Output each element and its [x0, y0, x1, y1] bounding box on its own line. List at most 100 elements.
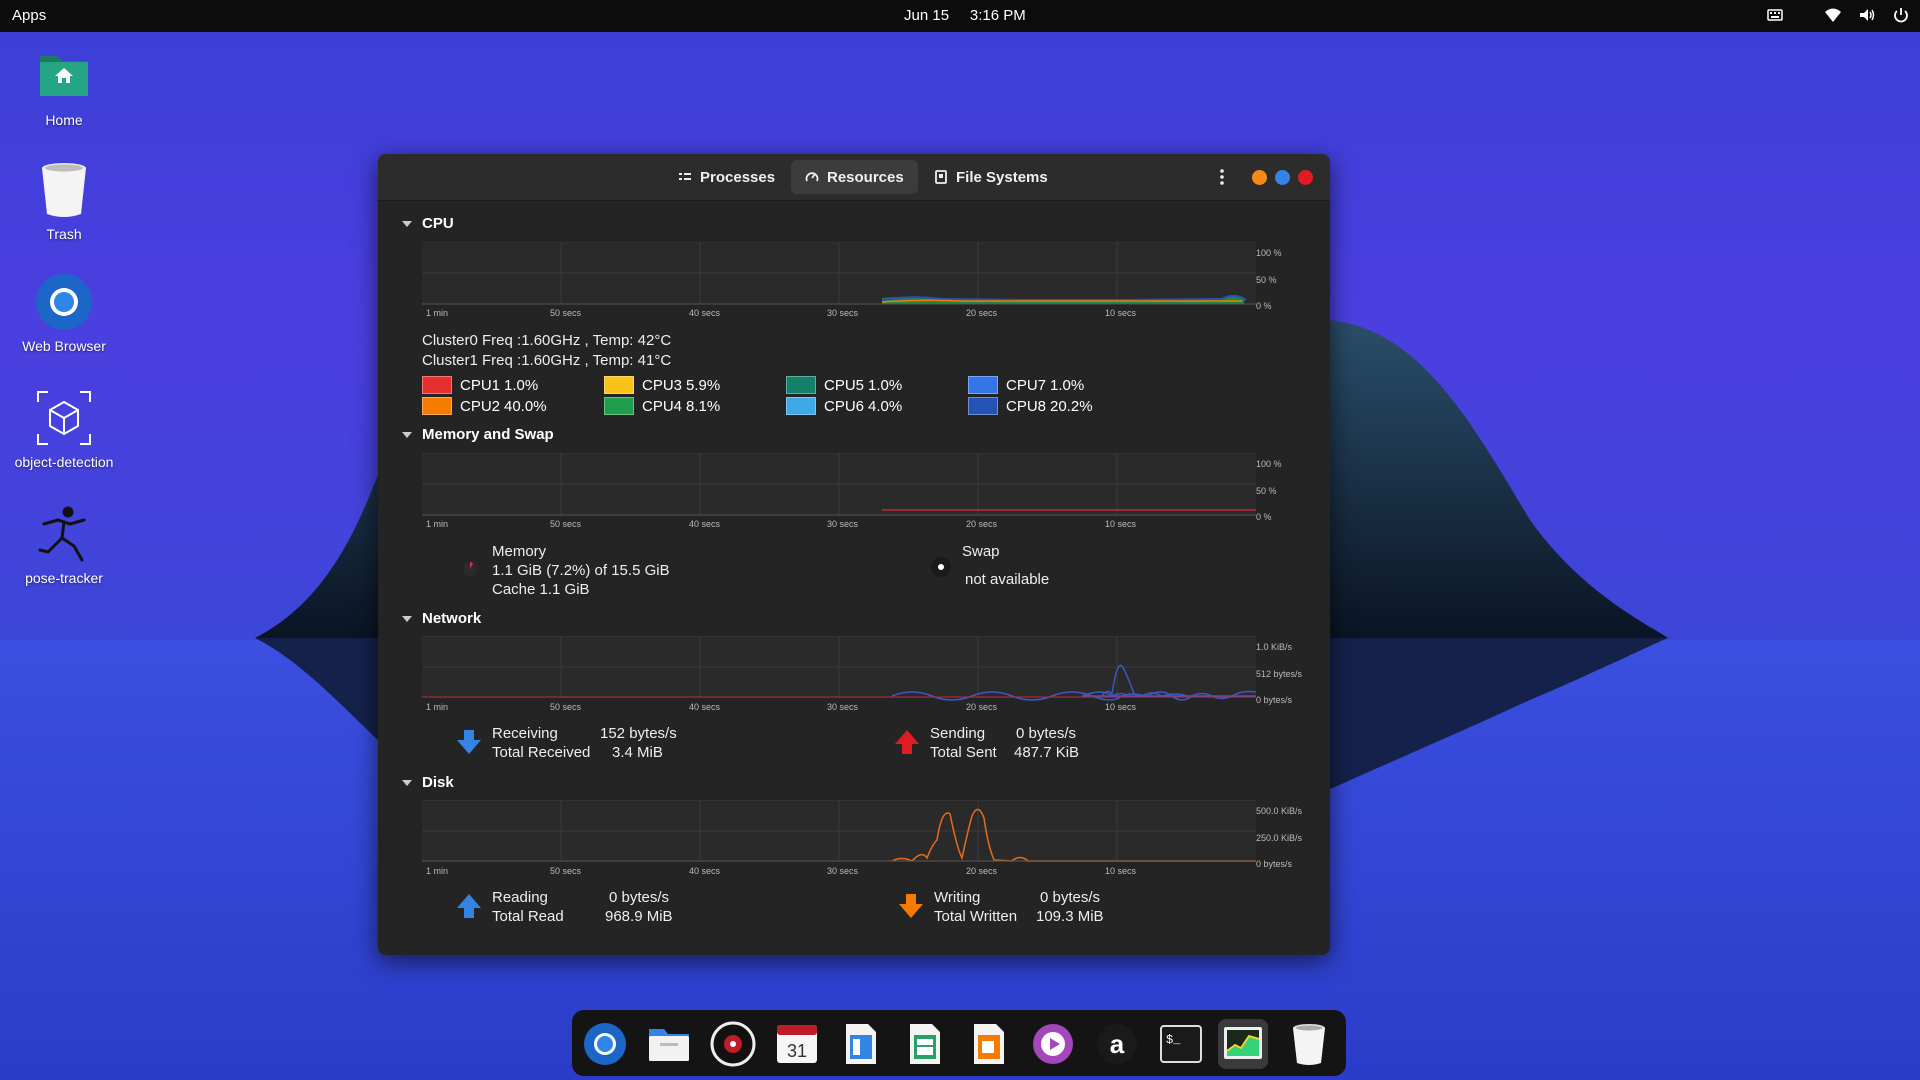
disk-collapse-caret[interactable]	[402, 780, 412, 786]
cpu-legend-item-cpu5[interactable]: CPU5 1.0%	[786, 376, 902, 394]
cpu-legend-item-cpu6[interactable]: CPU6 4.0%	[786, 397, 902, 415]
cpu-legend-item-cpu4[interactable]: CPU4 8.1%	[604, 397, 720, 415]
swap-label: Swap	[962, 543, 1000, 560]
cpu-legend-item-cpu7[interactable]: CPU7 1.0%	[968, 376, 1084, 394]
cpu-name: CPU1	[460, 376, 501, 394]
desktop-icon-web-browser[interactable]: Web Browser	[0, 272, 128, 354]
system-monitor-icon	[1224, 1027, 1262, 1059]
cpu-name: CPU8	[1006, 397, 1047, 415]
memory-pie-icon	[462, 558, 478, 583]
trash-icon	[1293, 1024, 1325, 1065]
cpu-color-swatch[interactable]	[422, 397, 452, 415]
time-tick: 20 secs	[966, 308, 998, 318]
cpu-legend-item-cpu8[interactable]: CPU8 20.2%	[968, 397, 1093, 415]
cpu-usage-value: 8.1%	[686, 397, 721, 415]
time-tick: 20 secs	[966, 519, 998, 529]
terminal-icon: $_	[1160, 1025, 1202, 1063]
reading-label: Reading	[492, 889, 548, 906]
network-section-title[interactable]: Network	[422, 610, 481, 627]
minimize-button[interactable]	[1252, 170, 1267, 185]
cpu-usage-value: 5.9%	[686, 376, 721, 394]
dock-store[interactable]: a	[1092, 1019, 1142, 1069]
store-icon: a	[1097, 1024, 1137, 1064]
writing-value: 0 bytes/s	[1040, 889, 1101, 906]
desktop-icon-object-detection[interactable]: object-detection	[0, 388, 128, 470]
swap-pie-icon	[930, 556, 952, 581]
time-tick: 10 secs	[1105, 702, 1137, 712]
cpu-name: CPU7	[1006, 376, 1047, 394]
time-tick: 50 secs	[550, 866, 582, 876]
dock-music-player[interactable]	[708, 1019, 758, 1069]
cpu-color-swatch[interactable]	[786, 397, 816, 415]
browser-icon	[584, 1023, 626, 1065]
video-player-icon	[1033, 1024, 1073, 1064]
dock-browser[interactable]	[580, 1019, 630, 1069]
music-player-icon	[710, 1021, 756, 1067]
desktop-icon-home[interactable]: Home	[0, 46, 128, 128]
total-received-value: 3.4 MiB	[612, 744, 663, 761]
cluster1-info: Cluster1 Freq :1.60GHz , Temp: 41°C	[422, 352, 672, 369]
download-arrow-icon	[456, 728, 482, 759]
disk-graph: 1 min 50 secs 40 secs 30 secs 20 secs 10…	[422, 800, 1256, 880]
dock-video-player[interactable]	[1028, 1019, 1078, 1069]
cpu-color-swatch[interactable]	[968, 397, 998, 415]
desktop-icon-trash[interactable]: Trash	[0, 160, 128, 242]
apps-menu[interactable]: Apps	[12, 7, 46, 24]
close-button[interactable]	[1298, 170, 1313, 185]
time-tick: 30 secs	[827, 308, 859, 318]
cpu-name: CPU3	[642, 376, 683, 394]
time-tick: 30 secs	[827, 866, 859, 876]
main-menu-button[interactable]	[1210, 164, 1234, 190]
cpu-color-swatch[interactable]	[604, 397, 634, 415]
clock[interactable]: Jun 15 3:16 PM	[904, 7, 1026, 24]
dock-spreadsheet[interactable]	[900, 1019, 950, 1069]
dock-trash[interactable]	[1284, 1019, 1334, 1069]
dock-document[interactable]	[836, 1019, 886, 1069]
disk-section-title[interactable]: Disk	[422, 774, 454, 791]
memory-section-title[interactable]: Memory and Swap	[422, 426, 554, 443]
sending-value: 0 bytes/s	[1016, 725, 1077, 742]
dock-presentation[interactable]	[964, 1019, 1014, 1069]
total-read-value: 968.9 MiB	[605, 908, 673, 925]
cpu-usage-value: 1.0%	[504, 376, 539, 394]
time-tick: 40 secs	[689, 866, 721, 876]
time-tick: 30 secs	[827, 702, 859, 712]
dock-terminal[interactable]: $_	[1156, 1019, 1206, 1069]
dock-files[interactable]	[644, 1019, 694, 1069]
cpu-legend-item-cpu3[interactable]: CPU3 5.9%	[604, 376, 720, 394]
keyboard-icon[interactable]	[1766, 6, 1784, 24]
cpu-name: CPU2	[460, 397, 501, 415]
wifi-icon[interactable]	[1824, 6, 1842, 24]
cpu-usage-value: 1.0%	[868, 376, 903, 394]
desktop-icon-pose-tracker[interactable]: pose-tracker	[0, 504, 128, 586]
cpu-color-swatch[interactable]	[968, 376, 998, 394]
time-tick: 30 secs	[827, 519, 859, 529]
volume-icon[interactable]	[1858, 6, 1876, 24]
cpu-section-title[interactable]: CPU	[422, 215, 454, 232]
writing-arrow-icon	[898, 892, 924, 923]
power-icon[interactable]	[1892, 6, 1910, 24]
memory-value: 1.1 GiB (7.2%) of 15.5 GiB	[492, 562, 670, 579]
cpu-color-swatch[interactable]	[422, 376, 452, 394]
system-monitor-window: Processes Resources File Systems CPU 1 m…	[378, 154, 1330, 955]
memory-collapse-caret[interactable]	[402, 432, 412, 438]
tab-resources[interactable]: Resources	[791, 160, 918, 194]
system-tray[interactable]	[1766, 6, 1910, 24]
cpu-usage-value: 20.2%	[1050, 397, 1093, 415]
files-icon	[649, 1029, 689, 1061]
cpu-usage-value: 4.0%	[868, 397, 903, 415]
cpu-legend-item-cpu1[interactable]: CPU1 1.0%	[422, 376, 538, 394]
network-ytick-low: 0 bytes/s	[1256, 695, 1293, 705]
cpu-color-swatch[interactable]	[604, 376, 634, 394]
tab-processes[interactable]: Processes	[664, 160, 789, 194]
dock-system-monitor[interactable]	[1218, 1019, 1268, 1069]
cpu-color-swatch[interactable]	[786, 376, 816, 394]
desktop-icon-label: Home	[45, 112, 83, 128]
tab-file-systems[interactable]: File Systems	[920, 160, 1062, 194]
maximize-button[interactable]	[1275, 170, 1290, 185]
network-collapse-caret[interactable]	[402, 616, 412, 622]
cpu-legend-item-cpu2[interactable]: CPU2 40.0%	[422, 397, 547, 415]
cluster0-info: Cluster0 Freq :1.60GHz , Temp: 42°C	[422, 332, 672, 349]
cpu-collapse-caret[interactable]	[402, 221, 412, 227]
dock-calendar[interactable]: 31	[772, 1019, 822, 1069]
